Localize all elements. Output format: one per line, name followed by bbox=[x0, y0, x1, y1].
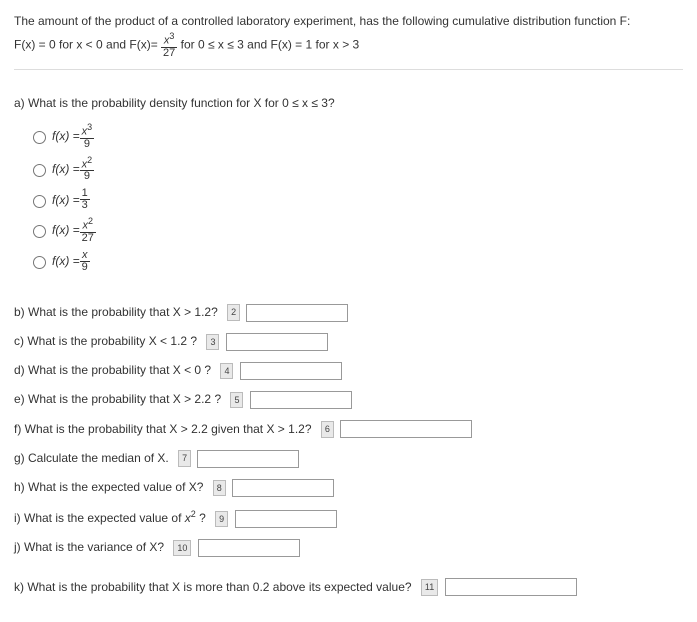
option-5[interactable]: f(x) = x9 bbox=[28, 250, 683, 273]
option-1[interactable]: f(x) = x39 bbox=[28, 123, 683, 150]
answer-input-h[interactable] bbox=[232, 479, 334, 497]
blank-number-k: 11 bbox=[421, 579, 438, 595]
answer-input-f[interactable] bbox=[340, 420, 472, 438]
question-a-options: f(x) = x39 f(x) = x29 f(x) = 13 f(x) = x… bbox=[28, 123, 683, 273]
radio-option-5[interactable] bbox=[33, 256, 46, 269]
answer-input-k[interactable] bbox=[445, 578, 577, 596]
answer-input-i[interactable] bbox=[235, 510, 337, 528]
blank-number-h: 8 bbox=[213, 480, 226, 496]
blank-number-d: 4 bbox=[220, 363, 233, 379]
blank-number-e: 5 bbox=[230, 392, 243, 408]
option-4[interactable]: f(x) = x227 bbox=[28, 217, 683, 244]
fraction-x3-27: x3 27 bbox=[161, 32, 177, 59]
answer-input-d[interactable] bbox=[240, 362, 342, 380]
blank-number-g: 7 bbox=[178, 450, 191, 466]
answer-input-j[interactable] bbox=[198, 539, 300, 557]
question-j: j) What is the variance of X? 10 bbox=[14, 538, 683, 557]
answer-input-c[interactable] bbox=[226, 333, 328, 351]
question-b: b) What is the probability that X > 1.2?… bbox=[14, 303, 683, 322]
question-c: c) What is the probability X < 1.2 ? 3 bbox=[14, 332, 683, 351]
question-e: e) What is the probability that X > 2.2 … bbox=[14, 390, 683, 409]
question-g: g) Calculate the median of X. 7 bbox=[14, 449, 683, 468]
radio-option-3[interactable] bbox=[33, 195, 46, 208]
question-i: i) What is the expected value of x2 ? 9 bbox=[14, 507, 683, 528]
answer-input-e[interactable] bbox=[250, 391, 352, 409]
problem-intro: The amount of the product of a controlle… bbox=[14, 12, 683, 70]
option-2[interactable]: f(x) = x29 bbox=[28, 156, 683, 183]
intro-line2: F(x) = 0 for x < 0 and F(x)= x3 27 for 0… bbox=[14, 32, 683, 59]
radio-option-1[interactable] bbox=[33, 131, 46, 144]
blank-number-b: 2 bbox=[227, 304, 240, 320]
radio-option-2[interactable] bbox=[33, 164, 46, 177]
intro-line1: The amount of the product of a controlle… bbox=[14, 12, 683, 30]
question-a-prompt: a) What is the probability density funct… bbox=[14, 94, 683, 113]
answer-input-b[interactable] bbox=[246, 304, 348, 322]
question-k: k) What is the probability that X is mor… bbox=[14, 578, 683, 597]
blank-number-i: 9 bbox=[215, 511, 228, 527]
blank-number-c: 3 bbox=[206, 334, 219, 350]
question-f: f) What is the probability that X > 2.2 … bbox=[14, 420, 683, 439]
blank-number-j: 10 bbox=[173, 540, 191, 556]
blank-number-f: 6 bbox=[321, 421, 334, 437]
question-d: d) What is the probability that X < 0 ? … bbox=[14, 361, 683, 380]
radio-option-4[interactable] bbox=[33, 225, 46, 238]
answer-input-g[interactable] bbox=[197, 450, 299, 468]
question-h: h) What is the expected value of X? 8 bbox=[14, 478, 683, 497]
option-3[interactable]: f(x) = 13 bbox=[28, 188, 683, 211]
